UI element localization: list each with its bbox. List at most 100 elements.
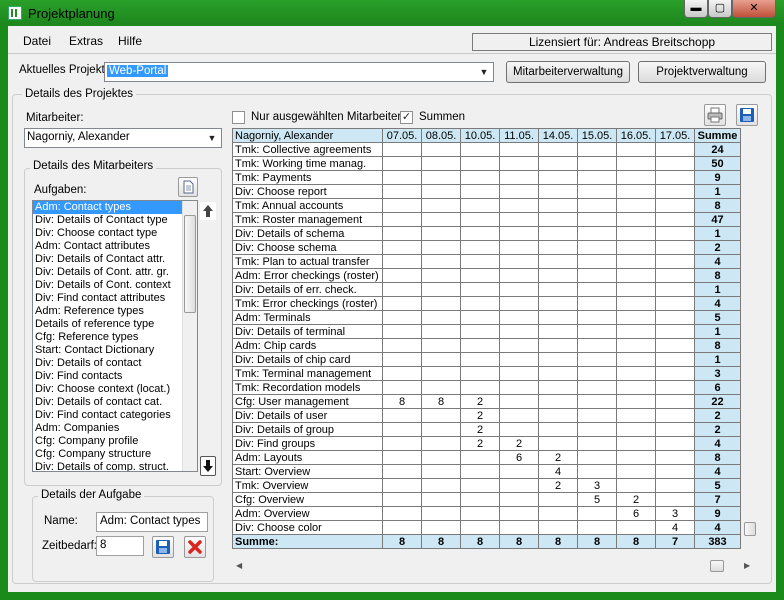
- grid-cell[interactable]: [460, 520, 500, 535]
- grid-cell[interactable]: [655, 324, 695, 339]
- grid-cell[interactable]: 2: [538, 450, 578, 465]
- grid-cell[interactable]: [577, 324, 617, 339]
- grid-cell[interactable]: [421, 282, 461, 297]
- task-item[interactable]: Div: Find contact categories: [33, 409, 197, 422]
- grid-cell[interactable]: 2: [616, 492, 656, 507]
- grid-cell[interactable]: [499, 394, 539, 409]
- task-item[interactable]: Div: Find contact attributes: [33, 292, 197, 305]
- task-item[interactable]: Adm: Companies: [33, 422, 197, 435]
- grid-cell[interactable]: 4: [655, 520, 695, 535]
- grid-cell[interactable]: [577, 436, 617, 451]
- grid-cell[interactable]: [538, 352, 578, 367]
- table-row[interactable]: Div: Choose report 1: [232, 184, 741, 199]
- grid-cell[interactable]: [538, 156, 578, 171]
- grid-cell[interactable]: [421, 520, 461, 535]
- grid-cell[interactable]: [499, 268, 539, 283]
- grid-cell[interactable]: [655, 366, 695, 381]
- grid-cell[interactable]: [616, 324, 656, 339]
- grid-cell[interactable]: [421, 478, 461, 493]
- grid-cell[interactable]: [616, 212, 656, 227]
- table-row[interactable]: Div: Details of group 2 2: [232, 422, 741, 437]
- time-field[interactable]: 8: [96, 536, 144, 556]
- grid-cell[interactable]: 6: [499, 450, 539, 465]
- grid-cell[interactable]: [460, 142, 500, 157]
- grid-cell[interactable]: [577, 380, 617, 395]
- grid-cell[interactable]: [538, 240, 578, 255]
- grid-cell[interactable]: [577, 212, 617, 227]
- grid-cell[interactable]: [577, 254, 617, 269]
- table-row[interactable]: Adm: Chip cards 8: [232, 338, 741, 353]
- grid-cell[interactable]: [499, 226, 539, 241]
- grid-cell[interactable]: 2: [460, 394, 500, 409]
- table-row[interactable]: Div: Details of terminal 1: [232, 324, 741, 339]
- grid-cell[interactable]: [616, 422, 656, 437]
- print-button[interactable]: [704, 104, 726, 126]
- table-row[interactable]: Tmk: Collective agreements 24: [232, 142, 741, 157]
- grid-cell[interactable]: [616, 478, 656, 493]
- grid-cell[interactable]: [616, 338, 656, 353]
- grid-cell[interactable]: [499, 142, 539, 157]
- grid-cell[interactable]: [538, 506, 578, 521]
- grid-cell[interactable]: [655, 240, 695, 255]
- grid-cell[interactable]: 5: [577, 492, 617, 507]
- table-row[interactable]: Div: Details of user 2 2: [232, 408, 741, 423]
- table-row[interactable]: Tmk: Roster management 47: [232, 212, 741, 227]
- grid-cell[interactable]: [538, 226, 578, 241]
- grid-cell[interactable]: [460, 380, 500, 395]
- scroll-thumb[interactable]: [710, 560, 724, 572]
- grid-cell[interactable]: [655, 296, 695, 311]
- grid-cell[interactable]: [421, 170, 461, 185]
- planning-grid[interactable]: Nagorniy, Alexander 07.05. 08.05. 10.05. 11.…: [232, 128, 741, 549]
- vertical-scrollbar[interactable]: [742, 128, 758, 548]
- grid-cell[interactable]: [655, 282, 695, 297]
- grid-cell[interactable]: [499, 352, 539, 367]
- grid-cell[interactable]: [382, 380, 422, 395]
- table-row[interactable]: Cfg: Overview 5 2 7: [232, 492, 741, 507]
- menu-hilfe[interactable]: Hilfe: [118, 34, 142, 48]
- grid-cell[interactable]: [499, 240, 539, 255]
- grid-cell[interactable]: [460, 310, 500, 325]
- horizontal-scrollbar[interactable]: ◀ ▶: [232, 558, 758, 574]
- grid-cell[interactable]: [616, 282, 656, 297]
- grid-cell[interactable]: [382, 170, 422, 185]
- grid-cell[interactable]: [655, 184, 695, 199]
- grid-cell[interactable]: [460, 212, 500, 227]
- grid-cell[interactable]: [421, 240, 461, 255]
- grid-cell[interactable]: [382, 492, 422, 507]
- grid-cell[interactable]: [499, 338, 539, 353]
- grid-cell[interactable]: [460, 324, 500, 339]
- table-row[interactable]: Div: Details of err. check. 1: [232, 282, 741, 297]
- scroll-left-icon[interactable]: ◀: [236, 561, 242, 570]
- grid-cell[interactable]: [577, 506, 617, 521]
- menu-datei[interactable]: Datei: [23, 34, 51, 48]
- grid-cell[interactable]: [421, 492, 461, 507]
- grid-cell[interactable]: [616, 198, 656, 213]
- grid-cell[interactable]: [577, 366, 617, 381]
- table-row[interactable]: Tmk: Recordation models 6: [232, 380, 741, 395]
- grid-cell[interactable]: [577, 184, 617, 199]
- grid-cell[interactable]: [499, 296, 539, 311]
- grid-cell[interactable]: [382, 366, 422, 381]
- grid-cell[interactable]: [616, 142, 656, 157]
- grid-cell[interactable]: [655, 268, 695, 283]
- grid-cell[interactable]: [616, 436, 656, 451]
- grid-cell[interactable]: [382, 212, 422, 227]
- grid-cell[interactable]: [616, 254, 656, 269]
- grid-cell[interactable]: [421, 226, 461, 241]
- grid-cell[interactable]: [577, 464, 617, 479]
- grid-cell[interactable]: [577, 450, 617, 465]
- move-up-button[interactable]: [200, 202, 216, 220]
- grid-cell[interactable]: [421, 296, 461, 311]
- grid-cell[interactable]: [499, 422, 539, 437]
- grid-cell[interactable]: [460, 366, 500, 381]
- grid-cell[interactable]: [460, 198, 500, 213]
- grid-cell[interactable]: [616, 170, 656, 185]
- grid-cell[interactable]: [616, 464, 656, 479]
- grid-cell[interactable]: [382, 478, 422, 493]
- grid-cell[interactable]: [616, 394, 656, 409]
- task-item[interactable]: Cfg: Company profile: [33, 435, 197, 448]
- grid-cell[interactable]: [577, 198, 617, 213]
- grid-cell[interactable]: 3: [577, 478, 617, 493]
- grid-cell[interactable]: [538, 338, 578, 353]
- projects-button[interactable]: Projektverwaltung: [638, 61, 766, 83]
